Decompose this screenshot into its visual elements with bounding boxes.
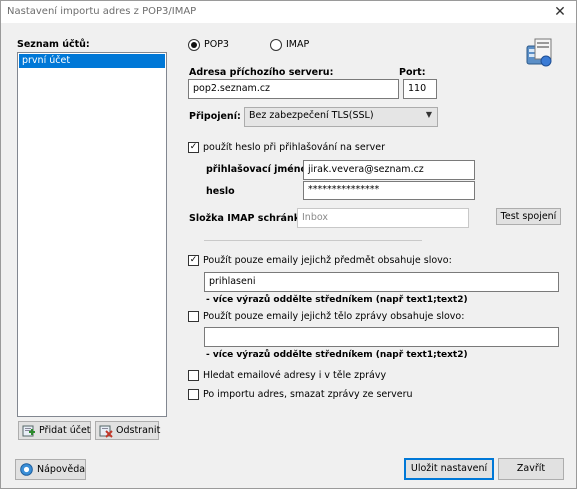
subject-filter-label: Použít pouze emaily jejichž předmět obsa… <box>203 255 452 266</box>
server-address-input[interactable]: pop2.seznam.cz <box>188 79 399 99</box>
connection-label: Připojení: <box>189 111 241 122</box>
delete-after-import-label: Po importu adres, smazat zprávy ze serve… <box>203 389 413 400</box>
close-button[interactable]: Zavřít <box>498 458 564 480</box>
test-connection-button[interactable]: Test spojení <box>496 208 561 225</box>
window-title: Nastavení importu adres z POP3/IMAP <box>7 6 197 17</box>
subject-filter-checkbox[interactable]: ✓ <box>188 255 199 266</box>
chevron-down-icon: ▼ <box>425 110 432 119</box>
help-label: Nápověda <box>37 464 86 475</box>
accounts-list-label: Seznam účtů: <box>17 39 90 50</box>
mail-server-icon <box>526 38 552 67</box>
port-label: Port: <box>399 67 426 78</box>
close-window-button[interactable]: ✕ <box>552 1 568 23</box>
body-filter-checkbox[interactable] <box>188 311 199 322</box>
server-address-label: Adresa příchozího serveru: <box>189 67 334 78</box>
divider <box>204 240 422 241</box>
body-filter-hint: - více výrazů oddělte středníkem (např t… <box>206 350 468 360</box>
remove-account-button[interactable]: Odstranit <box>95 421 161 440</box>
connection-value: Bez zabezpečení TLS(SSL) <box>249 110 374 121</box>
account-item[interactable]: první účet <box>19 54 165 68</box>
imap-label: IMAP <box>286 39 310 50</box>
password-label: heslo <box>206 186 235 197</box>
remove-account-icon <box>99 425 113 438</box>
port-input[interactable]: 110 <box>403 79 437 99</box>
help-icon <box>20 463 33 476</box>
imap-radio[interactable] <box>270 39 282 51</box>
add-account-label: Přidat účet <box>39 425 91 436</box>
use-password-checkbox[interactable]: ✓ <box>188 142 199 153</box>
search-body-checkbox[interactable] <box>188 370 199 381</box>
pop3-radio[interactable] <box>188 39 200 51</box>
subject-filter-hint: - více výrazů oddělte středníkem (např t… <box>206 295 468 305</box>
password-input[interactable]: *************** <box>303 181 475 200</box>
help-button[interactable]: Nápověda <box>15 459 86 480</box>
body-filter-label: Použít pouze emaily jejichž tělo zprávy … <box>203 311 465 322</box>
remove-account-label: Odstranit <box>116 425 161 436</box>
connection-select[interactable]: Bez zabezpečení TLS(SSL) ▼ <box>244 107 438 127</box>
imap-folder-label: Složka IMAP schránky <box>189 213 307 224</box>
login-input[interactable]: jirak.vevera@seznam.cz <box>303 160 475 180</box>
delete-after-import-checkbox[interactable] <box>188 389 199 400</box>
imap-folder-input[interactable]: Inbox <box>297 208 469 228</box>
add-account-icon <box>22 425 35 437</box>
add-account-button[interactable]: Přidat účet <box>18 421 91 440</box>
login-label: přihlašovací jméno <box>206 164 308 175</box>
pop3-label: POP3 <box>204 39 229 50</box>
search-body-label: Hledat emailové adresy i v těle zprávy <box>203 370 387 381</box>
dialog-window: Nastavení importu adres z POP3/IMAP ✕ Se… <box>0 0 577 489</box>
body-filter-input[interactable] <box>204 327 559 347</box>
use-password-label: použít heslo při přihlašování na server <box>203 142 385 153</box>
subject-filter-input[interactable]: prihlaseni <box>204 272 559 292</box>
accounts-list[interactable]: první účet <box>17 52 167 417</box>
save-settings-button[interactable]: Uložit nastavení <box>404 458 494 480</box>
title-bar: Nastavení importu adres z POP3/IMAP ✕ <box>1 1 576 23</box>
